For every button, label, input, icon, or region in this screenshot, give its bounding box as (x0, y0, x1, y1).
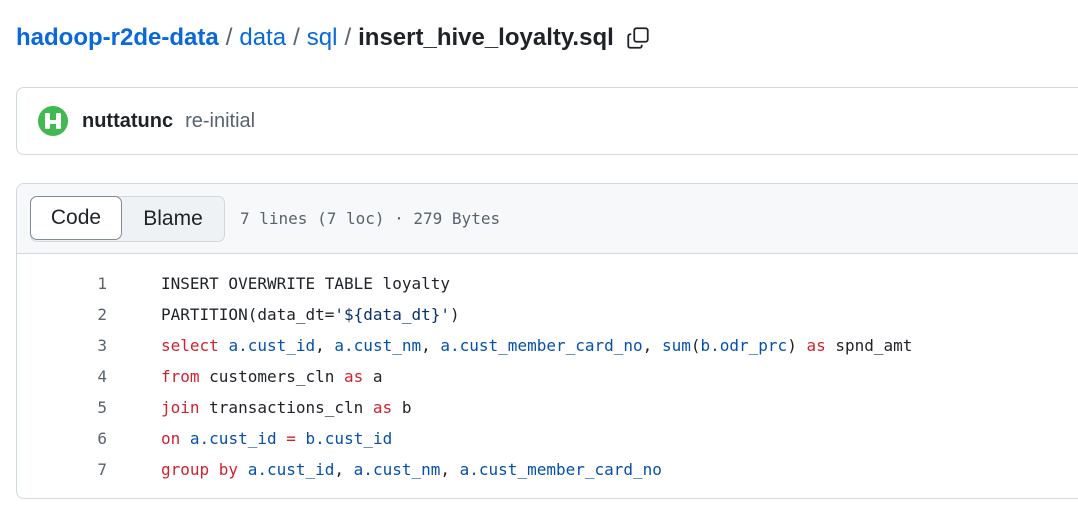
file-header: Code Blame 7 lines (7 loc) · 279 Bytes (17, 184, 1078, 254)
code-text: select a.cust_id, a.cust_nm, a.cust_memb… (161, 336, 912, 355)
code-token: customers_cln (199, 367, 345, 386)
code-token: as (372, 398, 393, 417)
code-token: b (392, 398, 412, 417)
code-text: join transactions_cln as b (161, 398, 411, 417)
latest-commit-box: nuttatunc re-initial (16, 87, 1078, 155)
code-line: 3 select a.cust_id, a.cust_nm, a.cust_mem… (17, 330, 1078, 361)
code-token: a (363, 367, 383, 386)
code-token: '${data_dt}' (334, 305, 450, 324)
line-number[interactable]: 5 (17, 398, 107, 417)
code-token: a.cust_id (247, 460, 335, 479)
breadcrumb-file-name: insert_hive_loyalty.sql (358, 24, 614, 51)
view-toggle: Code Blame (30, 195, 225, 242)
code-token: PARTITION(data_dt= (161, 305, 335, 324)
breadcrumb-folder-data-link[interactable]: data (239, 24, 286, 52)
author-avatar[interactable] (37, 105, 69, 137)
code-token: join (161, 398, 200, 417)
code-text: on a.cust_id = b.cust_id (161, 429, 392, 448)
code-line: 4 from customers_cln as a (17, 361, 1078, 392)
copy-icon (627, 27, 649, 49)
breadcrumb-repo-link[interactable]: hadoop-r2de-data (16, 24, 219, 52)
breadcrumb-separator: / (225, 24, 233, 51)
code-line: 7 group by a.cust_id, a.cust_nm, a.cust_m… (17, 454, 1078, 485)
code-token: , (334, 460, 354, 479)
code-token: spnd_amt (825, 336, 913, 355)
code-token: a.cust_member_card_no (440, 336, 643, 355)
code-token: from (161, 367, 200, 386)
code-token: transactions_cln (199, 398, 373, 417)
code-token: a.cust_nm (353, 460, 441, 479)
code-token: a.cust_member_card_no (459, 460, 662, 479)
breadcrumb-separator: / (293, 24, 300, 51)
file-viewer: Code Blame 7 lines (7 loc) · 279 Bytes 1… (16, 183, 1078, 499)
tab-blame[interactable]: Blame (122, 197, 224, 241)
code-text: group by a.cust_id, a.cust_nm, a.cust_me… (161, 460, 662, 479)
code-token: INSERT OVERWRITE TABLE loyalty (161, 274, 450, 293)
line-number[interactable]: 3 (17, 336, 107, 355)
code-token: as (344, 367, 364, 386)
line-number[interactable]: 6 (17, 429, 107, 448)
code-line: 2 PARTITION(data_dt='${data_dt}') (17, 299, 1078, 330)
code-token: sum (661, 336, 691, 355)
commit-author[interactable]: nuttatunc (82, 110, 173, 133)
line-number[interactable]: 4 (17, 367, 107, 386)
code-text: PARTITION(data_dt='${data_dt}') (161, 305, 460, 324)
breadcrumb-folder-sql-link[interactable]: sql (307, 24, 338, 52)
code-token: b.cust_id (305, 429, 393, 448)
breadcrumb: hadoop-r2de-data / data / sql / insert_h… (16, 20, 652, 56)
code-token: group by (161, 460, 239, 479)
code-token: a.cust_id (228, 336, 316, 355)
code-token: b.odr_prc (700, 336, 788, 355)
code-token: = (286, 429, 296, 448)
code-token: ) (787, 336, 807, 355)
tab-code[interactable]: Code (30, 195, 122, 240)
code-line: 1 INSERT OVERWRITE TABLE loyalty (17, 268, 1078, 299)
code-token: a.cust_id (189, 429, 277, 448)
code-token: a.cust_nm (334, 336, 422, 355)
code-token: as (806, 336, 826, 355)
code-text: from customers_cln as a (161, 367, 383, 386)
line-number[interactable]: 2 (17, 305, 107, 324)
code-token: , (421, 336, 441, 355)
line-number[interactable]: 1 (17, 274, 107, 293)
code-token: select (161, 336, 219, 355)
breadcrumb-separator: / (344, 24, 352, 51)
user-avatar-icon (38, 106, 68, 136)
copy-path-button[interactable] (624, 24, 652, 52)
code-token: , (315, 336, 335, 355)
code-text: INSERT OVERWRITE TABLE loyalty (161, 274, 450, 293)
file-meta-info: 7 lines (7 loc) · 279 Bytes (240, 209, 501, 228)
code-line: 6 on a.cust_id = b.cust_id (17, 423, 1078, 454)
commit-message[interactable]: re-initial (185, 110, 255, 133)
code-line: 5 join transactions_cln as b (17, 392, 1078, 423)
code-area[interactable]: 1 INSERT OVERWRITE TABLE loyalty 2 PARTITIO… (17, 254, 1078, 485)
line-number[interactable]: 7 (17, 460, 107, 479)
code-token: on (161, 429, 181, 448)
code-token: ) (449, 305, 460, 324)
code-token: , (642, 336, 662, 355)
code-token: , (440, 460, 460, 479)
